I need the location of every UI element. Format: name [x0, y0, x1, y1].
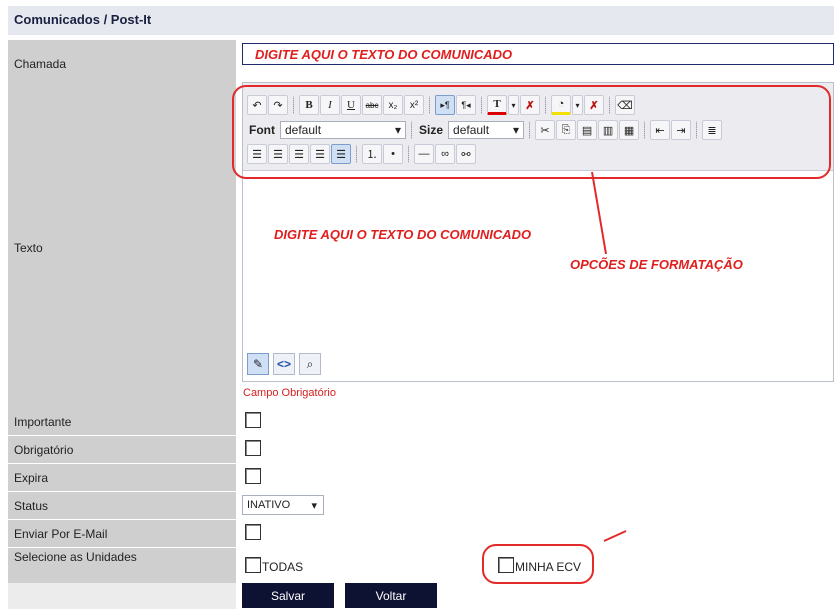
minha-ecv-checkbox[interactable]	[498, 557, 514, 573]
size-select-value: default	[453, 123, 490, 137]
status-select[interactable]: INATIVO ▾	[242, 495, 324, 515]
font-select[interactable]: default ▾	[280, 121, 406, 139]
label-status: Status	[8, 492, 236, 519]
page-title: Comunicados / Post-It	[8, 6, 834, 35]
chevron-down-icon: ▾	[311, 499, 317, 512]
label-expira: Expira	[8, 464, 236, 491]
unordered-list-icon[interactable]: •	[383, 144, 403, 164]
italic-icon[interactable]: I	[320, 95, 340, 115]
importante-checkbox[interactable]	[245, 412, 261, 428]
label-texto: Texto	[8, 87, 236, 408]
align-right-icon[interactable]: ☰	[289, 144, 309, 164]
enviar-email-checkbox[interactable]	[245, 524, 261, 540]
eraser-icon[interactable]: ⌫	[615, 95, 635, 115]
size-select[interactable]: default ▾	[448, 121, 525, 139]
arrow-annotation-icon	[591, 171, 607, 255]
align-left-icon[interactable]: ☰	[247, 144, 267, 164]
underline-icon[interactable]: U	[341, 95, 361, 115]
editor-mode-bar: ✎ <> ⌕	[243, 353, 321, 381]
highlight-color-icon[interactable]: ◔	[551, 95, 571, 115]
save-button[interactable]: Salvar	[242, 583, 334, 608]
text-color-dropdown-icon[interactable]: ▾	[508, 95, 519, 115]
subscript-icon[interactable]: x₂	[383, 95, 403, 115]
todas-label: TODAS	[262, 560, 304, 574]
align-justify-icon[interactable]: ☰	[310, 144, 330, 164]
dash-annotation-icon	[603, 530, 627, 542]
editor-content-area[interactable]	[243, 172, 833, 344]
text-color-icon[interactable]: T	[487, 95, 507, 115]
paste-word-icon[interactable]: ▦	[619, 120, 640, 140]
toolbar-row-2: Font default ▾ Size default ▾ ✂ ⎘ ▤ ▥ ▦ …	[247, 120, 723, 140]
obrigatorio-checkbox[interactable]	[245, 440, 261, 456]
chamada-input[interactable]: DIGITE AQUI O TEXTO DO COMUNICADO	[242, 43, 834, 65]
bold-icon[interactable]: B	[299, 95, 319, 115]
chevron-down-icon: ▾	[394, 123, 401, 137]
copy-icon[interactable]: ⎘	[556, 120, 577, 140]
superscript-icon[interactable]: x²	[404, 95, 424, 115]
preview-mode-icon[interactable]: ⌕	[299, 353, 321, 375]
ltr-icon[interactable]: ▸¶	[435, 95, 455, 115]
editor-toolbar: ↶ ↷ B I U abc x₂ x² ▸¶ ¶◂ T ▾ ✗ ◔ ▾ ✗ ⌫ …	[243, 83, 833, 171]
indent-decrease-icon[interactable]: ⇤	[650, 120, 671, 140]
editor-body-hint: DIGITE AQUI O TEXTO DO COMUNICADO	[274, 227, 532, 242]
required-field-text: Campo Obrigatório	[243, 387, 336, 399]
back-button[interactable]: Voltar	[345, 583, 437, 608]
undo-icon[interactable]: ↶	[247, 95, 267, 115]
ordered-list-icon[interactable]: ⒈	[362, 144, 382, 164]
remove-highlight-icon[interactable]: ✗	[584, 95, 604, 115]
expira-checkbox[interactable]	[245, 468, 261, 484]
label-importante: Importante	[8, 408, 236, 435]
size-label: Size	[419, 123, 444, 137]
label-enviar-email: Enviar Por E-Mail	[8, 520, 236, 547]
indent-increase-icon[interactable]: ⇥	[671, 120, 692, 140]
toolbar-row-1: ↶ ↷ B I U abc x₂ x² ▸¶ ¶◂ T ▾ ✗ ◔ ▾ ✗ ⌫	[247, 95, 635, 115]
unlink-icon[interactable]: ⚯	[456, 144, 476, 164]
font-label: Font	[249, 123, 275, 137]
todas-checkbox[interactable]	[245, 557, 261, 573]
redo-icon[interactable]: ↷	[268, 95, 288, 115]
footer-label-cell	[8, 583, 236, 609]
label-obrigatorio: Obrigatório	[8, 436, 236, 463]
remove-text-color-icon[interactable]: ✗	[520, 95, 540, 115]
minha-ecv-label: MINHA ECV	[515, 560, 582, 574]
label-chamada: Chamada	[8, 40, 236, 87]
paragraph-format-icon[interactable]: ≣	[702, 120, 723, 140]
strikethrough-icon[interactable]: abc	[362, 95, 382, 115]
toolbar-row-3: ☰ ☰ ☰ ☰ ☰ ⒈ • ― ∞ ⚯	[247, 144, 476, 164]
font-select-value: default	[285, 123, 322, 137]
rtl-icon[interactable]: ¶◂	[456, 95, 476, 115]
align-center-icon[interactable]: ☰	[268, 144, 288, 164]
horizontal-rule-icon[interactable]: ―	[414, 144, 434, 164]
chevron-down-icon: ▾	[512, 123, 520, 137]
html-mode-icon[interactable]: <>	[273, 353, 295, 375]
label-unidades: Selecione as Unidades	[8, 548, 236, 583]
paste-icon[interactable]: ▤	[577, 120, 598, 140]
status-select-value: INATIVO	[247, 499, 291, 511]
link-icon[interactable]: ∞	[435, 144, 455, 164]
highlight-dropdown-icon[interactable]: ▾	[572, 95, 583, 115]
align-none-icon[interactable]: ☰	[331, 144, 351, 164]
cut-icon[interactable]: ✂	[535, 120, 556, 140]
design-mode-icon[interactable]: ✎	[247, 353, 269, 375]
paste-text-icon[interactable]: ▥	[598, 120, 619, 140]
